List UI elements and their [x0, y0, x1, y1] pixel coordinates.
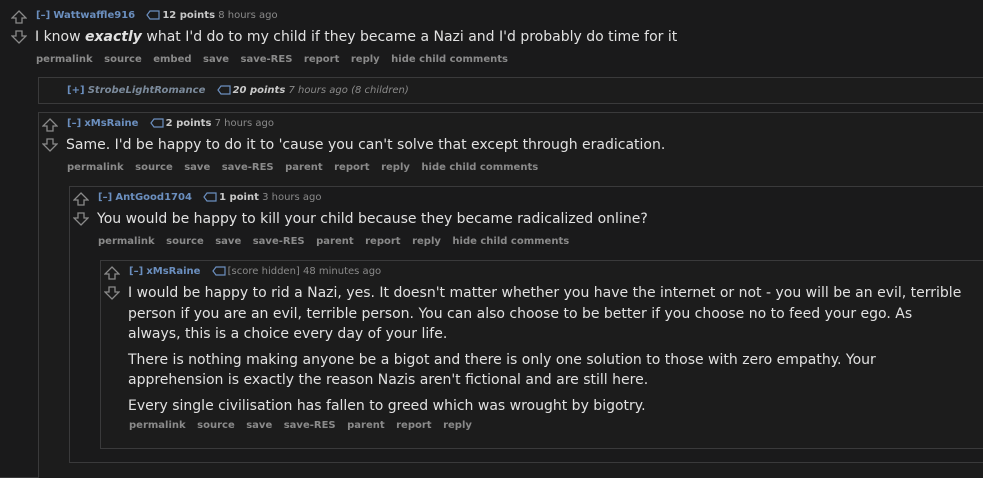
timestamp: 3 hours ago [262, 192, 322, 203]
save-res-button[interactable]: save-RES [253, 236, 305, 247]
tag-icon[interactable] [146, 10, 160, 23]
expand-toggle[interactable]: [+] [67, 85, 85, 96]
score: 12 points [162, 10, 216, 21]
upvote-arrow-icon[interactable] [104, 266, 122, 282]
collapsed-tagline: [+] StrobeLightRomance 20 points 7 hours… [67, 85, 409, 98]
author-link[interactable]: StrobeLightRomance [88, 85, 206, 96]
comment-body: I know exactly what I'd do to my child i… [35, 27, 955, 53]
hide-child-comments-button[interactable]: hide child comments [452, 236, 569, 247]
permalink-button[interactable]: permalink [129, 420, 186, 431]
body-paragraph: There is nothing making anyone be a bigo… [128, 351, 876, 389]
author-link[interactable]: AntGood1704 [115, 192, 192, 203]
timestamp: 7 hours ago [288, 85, 348, 96]
report-button[interactable]: report [365, 236, 400, 247]
reply-button[interactable]: reply [381, 162, 410, 173]
emphasis-text: exactly [85, 29, 142, 45]
collapse-toggle[interactable]: [–] [98, 192, 112, 203]
upvote-arrow-icon[interactable] [73, 192, 91, 208]
downvote-arrow-icon[interactable] [42, 138, 60, 154]
parent-button[interactable]: parent [347, 420, 385, 431]
downvote-arrow-icon[interactable] [73, 212, 91, 228]
score: 1 point [219, 192, 259, 203]
downvote-arrow-icon[interactable] [104, 286, 122, 302]
collapse-toggle[interactable]: [–] [67, 118, 81, 129]
parent-button[interactable]: parent [316, 236, 354, 247]
permalink-button[interactable]: permalink [67, 162, 124, 173]
report-button[interactable]: report [334, 162, 369, 173]
collapse-toggle[interactable]: [–] [36, 10, 50, 21]
body-text: You would be happy to kill your child be… [97, 211, 648, 227]
vote-arrows [42, 118, 60, 158]
hide-child-comments-button[interactable]: hide child comments [391, 54, 508, 65]
timestamp: 8 hours ago [218, 10, 278, 21]
parent-button[interactable]: parent [285, 162, 323, 173]
reply-button[interactable]: reply [351, 54, 380, 65]
vote-arrows [104, 266, 122, 306]
save-button[interactable]: save [215, 236, 241, 247]
save-button[interactable]: save [203, 54, 229, 65]
tag-icon[interactable] [203, 192, 217, 205]
reply-button[interactable]: reply [412, 236, 441, 247]
comment-buttons: permalink source embed save save-RES rep… [36, 54, 516, 65]
save-button[interactable]: save [246, 420, 272, 431]
source-button[interactable]: source [104, 54, 142, 65]
report-button[interactable]: report [396, 420, 431, 431]
body-text-rest: what I'd do to my child if they became a… [141, 29, 678, 45]
embed-button[interactable]: embed [153, 54, 191, 65]
comment-buttons: permalink source save save-RES parent re… [98, 236, 577, 247]
score: 20 points [232, 85, 286, 96]
save-res-button[interactable]: save-RES [222, 162, 274, 173]
comment-tagline: [–] xMsRaine [score hidden] 48 minutes a… [129, 266, 381, 279]
comment-buttons: permalink source save save-RES parent re… [129, 420, 480, 431]
comment-body: I would be happy to rid a Nazi, yes. It … [128, 283, 968, 421]
comment-body: You would be happy to kill your child be… [97, 209, 967, 235]
tag-icon[interactable] [216, 85, 231, 98]
save-res-button[interactable]: save-RES [284, 420, 336, 431]
collapse-toggle[interactable]: [–] [129, 266, 143, 277]
permalink-button[interactable]: permalink [36, 54, 93, 65]
source-button[interactable]: source [166, 236, 204, 247]
score: 2 points [165, 118, 212, 129]
upvote-arrow-icon[interactable] [11, 10, 29, 26]
body-paragraph: I would be happy to rid a Nazi, yes. It … [128, 285, 962, 342]
comment-tagline: [–] xMsRaine 2 points 7 hours ago [67, 118, 274, 131]
source-button[interactable]: source [135, 162, 173, 173]
downvote-arrow-icon[interactable] [11, 30, 29, 46]
source-button[interactable]: source [197, 420, 235, 431]
timestamp: 7 hours ago [214, 118, 275, 129]
comment-tagline: [–] Wattwaffle916 12 points 8 hours ago [36, 10, 278, 23]
tag-icon[interactable] [149, 118, 164, 131]
comment-buttons: permalink source save save-RES parent re… [67, 162, 546, 173]
comment-tagline: [–] AntGood1704 1 point 3 hours ago [98, 192, 322, 205]
hide-child-comments-button[interactable]: hide child comments [421, 162, 538, 173]
vote-arrows [73, 192, 91, 232]
permalink-button[interactable]: permalink [98, 236, 155, 247]
author-link[interactable]: Wattwaffle916 [53, 10, 135, 21]
vote-arrows [11, 10, 29, 50]
body-paragraph: Every single civilisation has fallen to … [128, 397, 646, 414]
upvote-arrow-icon[interactable] [42, 118, 60, 134]
timestamp: 48 minutes ago [303, 266, 382, 277]
score-hidden: [score hidden] [227, 266, 300, 277]
reply-button[interactable]: reply [443, 420, 472, 431]
save-res-button[interactable]: save-RES [241, 54, 293, 65]
report-button[interactable]: report [304, 54, 339, 65]
children-count: (8 children) [351, 85, 409, 96]
save-button[interactable]: save [184, 162, 210, 173]
comment-body: Same. I'd be happy to do it to 'cause yo… [66, 135, 966, 161]
tag-icon[interactable] [211, 266, 226, 279]
author-link[interactable]: xMsRaine [146, 266, 200, 277]
body-text: I know [35, 29, 86, 45]
author-link[interactable]: xMsRaine [84, 118, 138, 129]
body-text: Same. I'd be happy to do it to 'cause yo… [66, 137, 666, 153]
